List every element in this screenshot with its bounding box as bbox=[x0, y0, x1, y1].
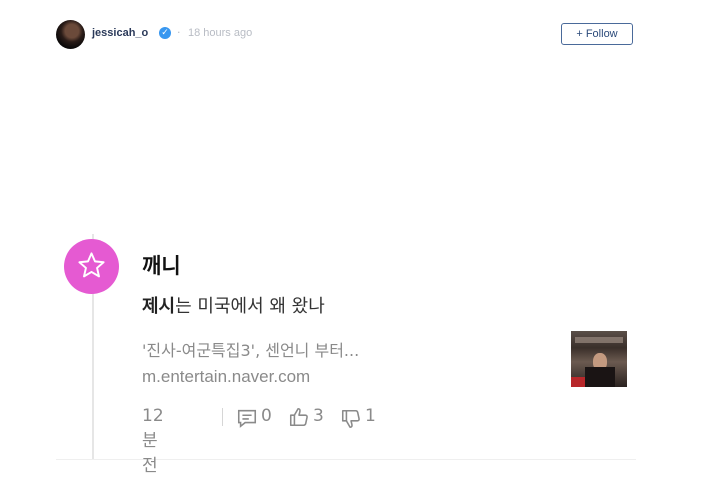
follow-button[interactable]: + Follow bbox=[561, 23, 633, 45]
star-icon bbox=[64, 239, 119, 294]
article-domain[interactable]: m.entertain.naver.com bbox=[142, 367, 310, 387]
article-snippet[interactable]: '진사-여군특집3', 센언니 부터... bbox=[142, 337, 359, 361]
headline-rest: 는 미국에서 왜 왔나 bbox=[175, 296, 325, 317]
post-header: jessicah_o ✓ · 18 hours ago + Follow bbox=[56, 18, 636, 52]
headline-bold: 제시 bbox=[142, 296, 176, 317]
author-name[interactable]: 깨니 bbox=[142, 250, 181, 280]
article-headline[interactable]: 제시는 미국에서 왜 왔나 bbox=[142, 292, 325, 318]
verified-badge-icon: ✓ bbox=[159, 27, 171, 39]
thumbs-up-icon[interactable] bbox=[288, 406, 310, 428]
avatar[interactable] bbox=[56, 20, 85, 49]
dislike-count: 1 bbox=[365, 406, 376, 426]
like-count: 3 bbox=[313, 406, 324, 426]
username-link[interactable]: jessicah_o bbox=[92, 27, 148, 39]
article-thumbnail[interactable] bbox=[571, 331, 627, 387]
comment-count: 0 bbox=[261, 406, 272, 426]
post-time: 12분 전 bbox=[142, 406, 164, 476]
meta-divider bbox=[222, 408, 223, 426]
thumbs-down-icon[interactable] bbox=[340, 408, 362, 430]
timestamp: 18 hours ago bbox=[188, 27, 253, 39]
comment-icon[interactable] bbox=[236, 407, 258, 429]
separator-dot: · bbox=[177, 26, 181, 39]
